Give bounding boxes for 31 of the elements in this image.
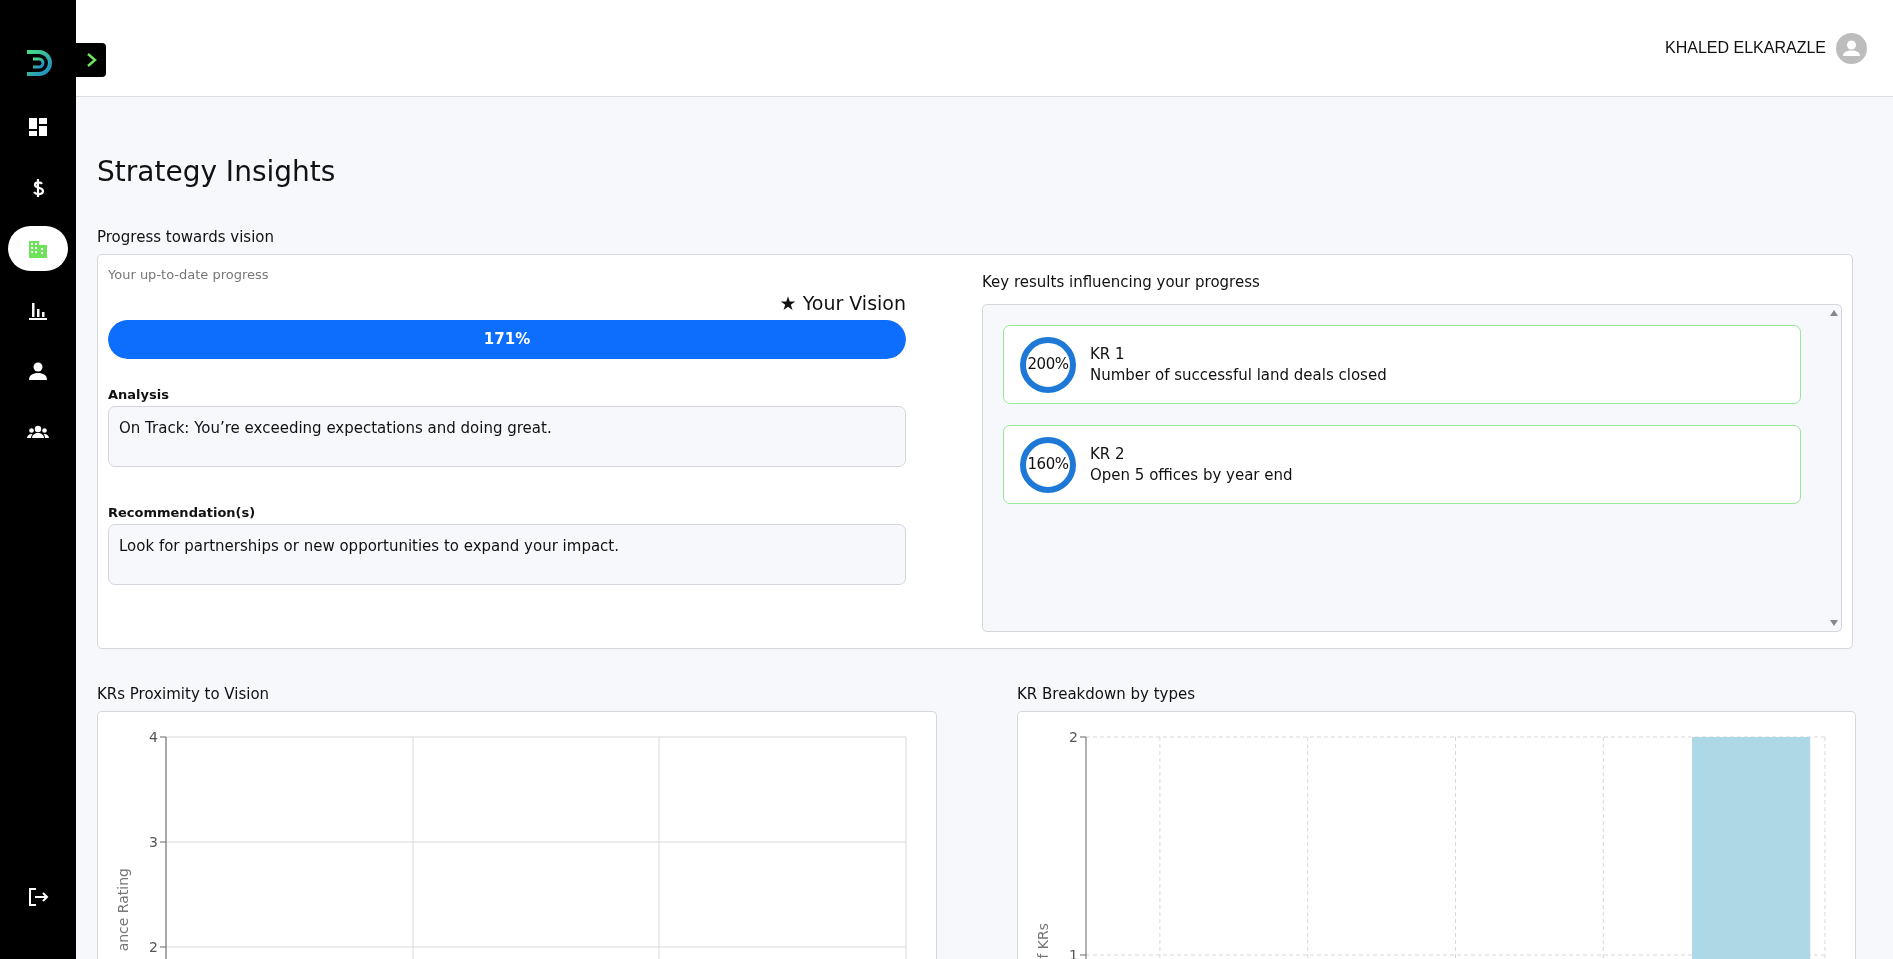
recommendation-label: Recommendation(s) xyxy=(108,505,257,520)
key-result-name: KR 1 xyxy=(1090,345,1126,363)
y-tick-label: 3 xyxy=(149,834,158,850)
chart-title: KR Breakdown by types xyxy=(1017,685,1196,703)
y-tick-label: 4 xyxy=(149,729,158,745)
expand-button[interactable] xyxy=(76,43,106,77)
y-axis-label: f KRs xyxy=(1035,923,1051,959)
key-result-description: Number of successful land deals closed xyxy=(1090,366,1387,384)
section-title: Progress towards vision xyxy=(97,228,276,246)
nav-item[interactable] xyxy=(8,226,68,271)
scroll-down-icon[interactable] xyxy=(1830,620,1838,626)
vision-label: ★ Your Vision xyxy=(779,292,906,314)
key-results-title: Key results influencing your progress xyxy=(982,273,1261,291)
progress-value: 171% xyxy=(482,330,532,348)
chart-title: KRs Proximity to Vision xyxy=(97,685,271,703)
dashboard-icon xyxy=(27,115,49,138)
analysis-label: Analysis xyxy=(108,387,170,402)
progress-subtitle: Your up-to-date progress xyxy=(108,267,270,282)
y-axis-label: ance Rating xyxy=(115,868,131,952)
user-name: KHALED ELKARAZLE xyxy=(1665,39,1826,57)
ring-value: 200% xyxy=(1026,354,1070,373)
y-tick-label: 2 xyxy=(149,939,158,955)
key-result-description: Open 5 offices by year end xyxy=(1090,466,1293,484)
logout-icon[interactable] xyxy=(26,885,50,909)
scroll-up-icon[interactable] xyxy=(1830,310,1838,316)
analysis-text: On Track: You’re exceeding expectations and doing great. xyxy=(108,406,906,467)
recommendation-text: Look for partnerships or new opportunities to expand your impact. xyxy=(108,524,906,585)
ring-value: 160% xyxy=(1026,454,1070,473)
page-title: Strategy Insights xyxy=(97,155,337,188)
key-result-name: KR 2 xyxy=(1090,445,1126,463)
y-tick-label: 2 xyxy=(1069,729,1078,745)
